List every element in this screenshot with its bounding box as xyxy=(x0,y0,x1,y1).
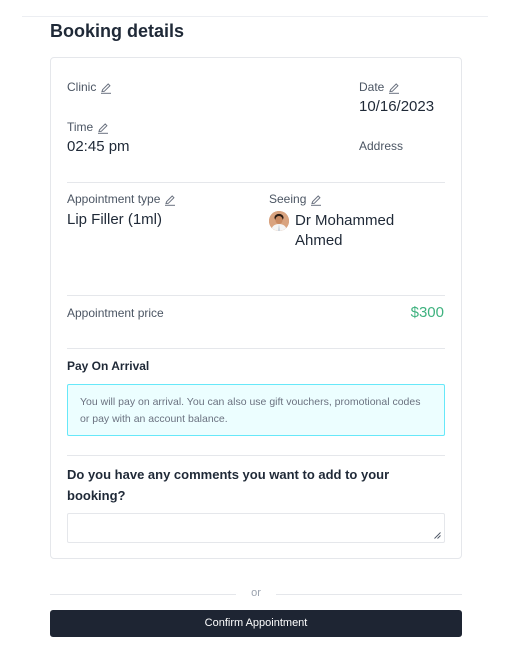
price-label: Appointment price xyxy=(67,306,164,320)
date-label-row: Date xyxy=(359,80,400,94)
edit-date-pencil-icon[interactable] xyxy=(388,82,400,94)
payment-notice-text: You will pay on arrival. You can also us… xyxy=(80,396,421,425)
price-value: $300 xyxy=(410,304,444,321)
resize-handle-icon[interactable] xyxy=(434,532,441,539)
date-value: 10/16/2023 xyxy=(359,98,435,115)
payment-notice: You will pay on arrival. You can also us… xyxy=(67,384,445,436)
edit-clinic-pencil-icon[interactable] xyxy=(100,82,112,94)
confirm-appointment-button[interactable]: Confirm Appointment xyxy=(50,610,462,637)
time-label-row: Time xyxy=(67,120,109,134)
appointment-type-label-row: Appointment type xyxy=(67,192,176,206)
comments-textarea[interactable] xyxy=(67,513,445,543)
divider xyxy=(67,348,445,349)
page-title: Booking details xyxy=(50,21,185,41)
appointment-type-value: Lip Filler (1ml) xyxy=(67,211,163,228)
top-divider xyxy=(22,16,488,17)
practitioner-name: Dr Mohammed Ahmed xyxy=(295,212,395,249)
or-text: or xyxy=(251,587,261,599)
divider xyxy=(67,295,445,296)
address-label: Address xyxy=(359,139,404,153)
comments-question: Do you have any comments you want to add… xyxy=(67,467,390,503)
edit-appointment-type-pencil-icon[interactable] xyxy=(164,194,176,206)
practitioner: Dr Mohammed Ahmed xyxy=(269,211,425,251)
clinic-label: Clinic xyxy=(67,80,97,94)
edit-seeing-pencil-icon[interactable] xyxy=(310,194,322,206)
separator-line-right xyxy=(276,594,462,595)
divider xyxy=(67,455,445,456)
time-value: 02:45 pm xyxy=(67,138,130,155)
appointment-type-label: Appointment type xyxy=(67,192,161,206)
time-label: Time xyxy=(67,120,94,134)
edit-time-pencil-icon[interactable] xyxy=(97,122,109,134)
or-separator: or xyxy=(50,587,462,601)
clinic-label-row: Clinic xyxy=(67,80,112,94)
seeing-label-row: Seeing xyxy=(269,192,322,206)
date-label: Date xyxy=(359,80,385,94)
practitioner-avatar xyxy=(269,211,289,231)
divider xyxy=(67,182,445,183)
seeing-label: Seeing xyxy=(269,192,307,206)
payment-heading: Pay On Arrival xyxy=(67,359,150,373)
booking-card: Clinic Date 10/16/2023 Time 02:45 pm Add… xyxy=(50,57,462,559)
